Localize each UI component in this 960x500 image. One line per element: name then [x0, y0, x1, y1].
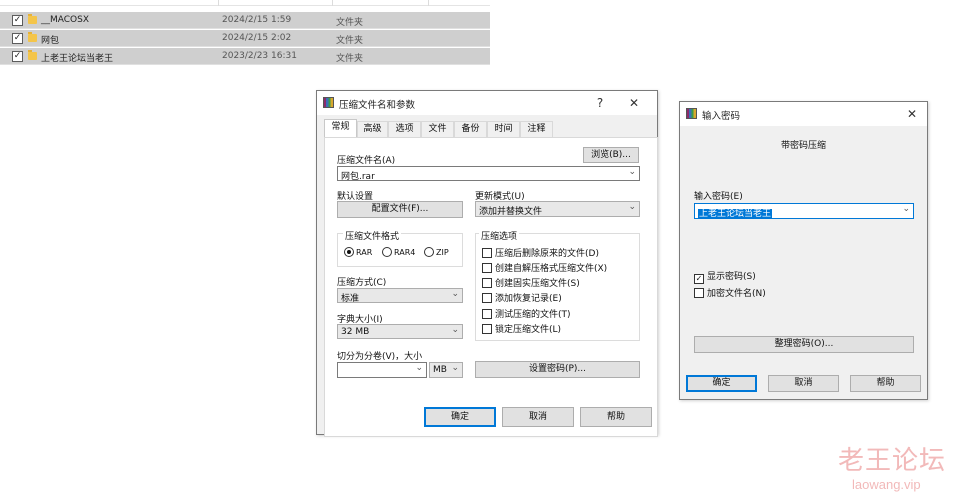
password-value: 上老王论坛当老王: [698, 209, 773, 219]
tab-comment[interactable]: 注释: [520, 121, 553, 137]
dictionary-size-select[interactable]: 32 MB ⌄: [337, 324, 463, 339]
row-checkbox[interactable]: ✓: [12, 15, 23, 26]
dialog-title: 输入密码: [702, 111, 741, 122]
option-lock[interactable]: 锁定压缩文件(L): [482, 322, 561, 335]
file-date: 2024/2/15 1:59: [222, 15, 292, 25]
encrypt-filenames-checkbox[interactable]: 加密文件名(N): [694, 286, 766, 299]
chevron-down-icon[interactable]: ⌄: [902, 204, 910, 214]
tab-options[interactable]: 选项: [388, 121, 421, 137]
tab-general[interactable]: 常规: [324, 119, 357, 138]
split-unit-select[interactable]: MB ⌄: [429, 362, 463, 378]
tab-advanced[interactable]: 高级: [357, 121, 388, 137]
chevron-down-icon: ⌄: [451, 363, 459, 373]
chevron-down-icon: ⌄: [628, 202, 636, 212]
archive-parameters-dialog: 压缩文件名和参数 ? ✕ 常规 高级 选项 文件 备份 时间 注释 压缩文件名(…: [316, 90, 658, 437]
column-header-strip: [0, 0, 490, 6]
archive-name-label: 压缩文件名(A): [337, 156, 396, 166]
chevron-down-icon: ⌄: [451, 289, 459, 299]
compression-method-value: 标准: [341, 294, 360, 304]
split-unit-value: MB: [433, 365, 447, 375]
titlebar: 输入密码 ✕: [680, 102, 927, 126]
file-name: 上老王论坛当老王: [41, 54, 114, 64]
compression-method-select[interactable]: 标准 ⌄: [337, 288, 463, 304]
tab-backup[interactable]: 备份: [454, 121, 487, 137]
help-button[interactable]: 帮助: [850, 375, 921, 392]
format-radio-zip[interactable]: ZIP: [424, 247, 449, 257]
archive-name-value: 网包.rar: [341, 172, 375, 181]
chevron-down-icon[interactable]: ⌄: [628, 167, 636, 177]
option-solid[interactable]: 创建固实压缩文件(S): [482, 276, 580, 289]
dictionary-size-value: 32 MB: [341, 327, 370, 337]
file-row[interactable]: ✓ 上老王论坛当老王 2023/2/23 16:31 文件夹: [0, 48, 490, 65]
update-mode-value: 添加并替换文件: [479, 207, 543, 217]
format-radio-rar4[interactable]: RAR4: [382, 247, 415, 257]
chevron-down-icon: ⌄: [451, 325, 459, 335]
cancel-button[interactable]: 取消: [768, 375, 839, 392]
winrar-app-icon: [323, 97, 334, 108]
close-icon[interactable]: ✕: [625, 94, 643, 112]
format-group-label: 压缩文件格式: [343, 229, 402, 242]
option-recovery-record[interactable]: 添加恢复记录(E): [482, 291, 562, 304]
password-input[interactable]: 上老王论坛当老王 ⌄: [694, 203, 914, 219]
compression-method-label: 压缩方式(C): [337, 278, 387, 288]
titlebar: 压缩文件名和参数 ? ✕: [317, 91, 657, 115]
dialog-title: 压缩文件名和参数: [339, 100, 416, 111]
chevron-down-icon[interactable]: ⌄: [415, 363, 423, 373]
folder-icon: [28, 32, 37, 42]
tab-files[interactable]: 文件: [421, 121, 454, 137]
ok-button[interactable]: 确定: [424, 407, 496, 427]
close-icon[interactable]: ✕: [903, 105, 921, 123]
file-type: 文件夹: [336, 54, 364, 64]
file-row[interactable]: ✓ 网包 2024/2/15 2:02 文件夹: [0, 30, 490, 47]
row-checkbox[interactable]: ✓: [12, 33, 23, 44]
browse-button[interactable]: 浏览(B)...: [583, 147, 639, 163]
file-date: 2024/2/15 2:02: [222, 33, 292, 43]
cancel-button[interactable]: 取消: [502, 407, 574, 427]
password-dialog-header: 带密码压缩: [780, 141, 826, 151]
split-size-input[interactable]: ⌄: [337, 362, 427, 378]
row-checkbox[interactable]: ✓: [12, 51, 23, 62]
help-button[interactable]: 帮助: [580, 407, 652, 427]
file-explorer-list: ✓ __MACOSX 2024/2/15 1:59 文件夹 ✓ 网包 2024/…: [0, 0, 490, 65]
file-type: 文件夹: [336, 18, 364, 28]
update-mode-select[interactable]: 添加并替换文件 ⌄: [475, 201, 640, 217]
file-date: 2023/2/23 16:31: [222, 51, 297, 61]
enter-password-label: 输入密码(E): [694, 192, 743, 202]
tab-time[interactable]: 时间: [487, 121, 520, 137]
profiles-button[interactable]: 配置文件(F)...: [337, 201, 463, 218]
option-sfx[interactable]: 创建自解压格式压缩文件(X): [482, 261, 607, 274]
file-type: 文件夹: [336, 36, 364, 46]
folder-icon: [28, 50, 37, 60]
file-row[interactable]: ✓ __MACOSX 2024/2/15 1:59 文件夹: [0, 12, 490, 29]
ok-button[interactable]: 确定: [686, 375, 757, 392]
file-name: __MACOSX: [41, 15, 90, 25]
winrar-app-icon: [686, 108, 697, 119]
format-radio-rar[interactable]: RAR: [344, 247, 372, 257]
organize-passwords-button[interactable]: 整理密码(O)...: [694, 336, 914, 353]
option-delete-after[interactable]: 压缩后删除原来的文件(D): [482, 246, 599, 259]
enter-password-dialog: 输入密码 ✕ 带密码压缩 输入密码(E) 上老王论坛当老王 ⌄ ✓ 显示密码(S)…: [679, 101, 928, 400]
archive-name-input[interactable]: 网包.rar ⌄: [337, 166, 640, 181]
watermark-url: laowang.vip: [852, 477, 921, 492]
show-password-checkbox[interactable]: ✓ 显示密码(S): [694, 269, 756, 284]
watermark-logo-text: 老王论坛: [838, 446, 947, 476]
set-password-button[interactable]: 设置密码(P)...: [475, 361, 640, 378]
help-question-icon[interactable]: ?: [591, 94, 609, 112]
file-name: 网包: [41, 36, 60, 46]
options-group-label: 压缩选项: [479, 229, 520, 242]
split-volumes-label: 切分为分卷(V)，大小: [337, 352, 423, 362]
folder-icon: [28, 14, 37, 24]
option-test[interactable]: 测试压缩的文件(T): [482, 307, 571, 320]
